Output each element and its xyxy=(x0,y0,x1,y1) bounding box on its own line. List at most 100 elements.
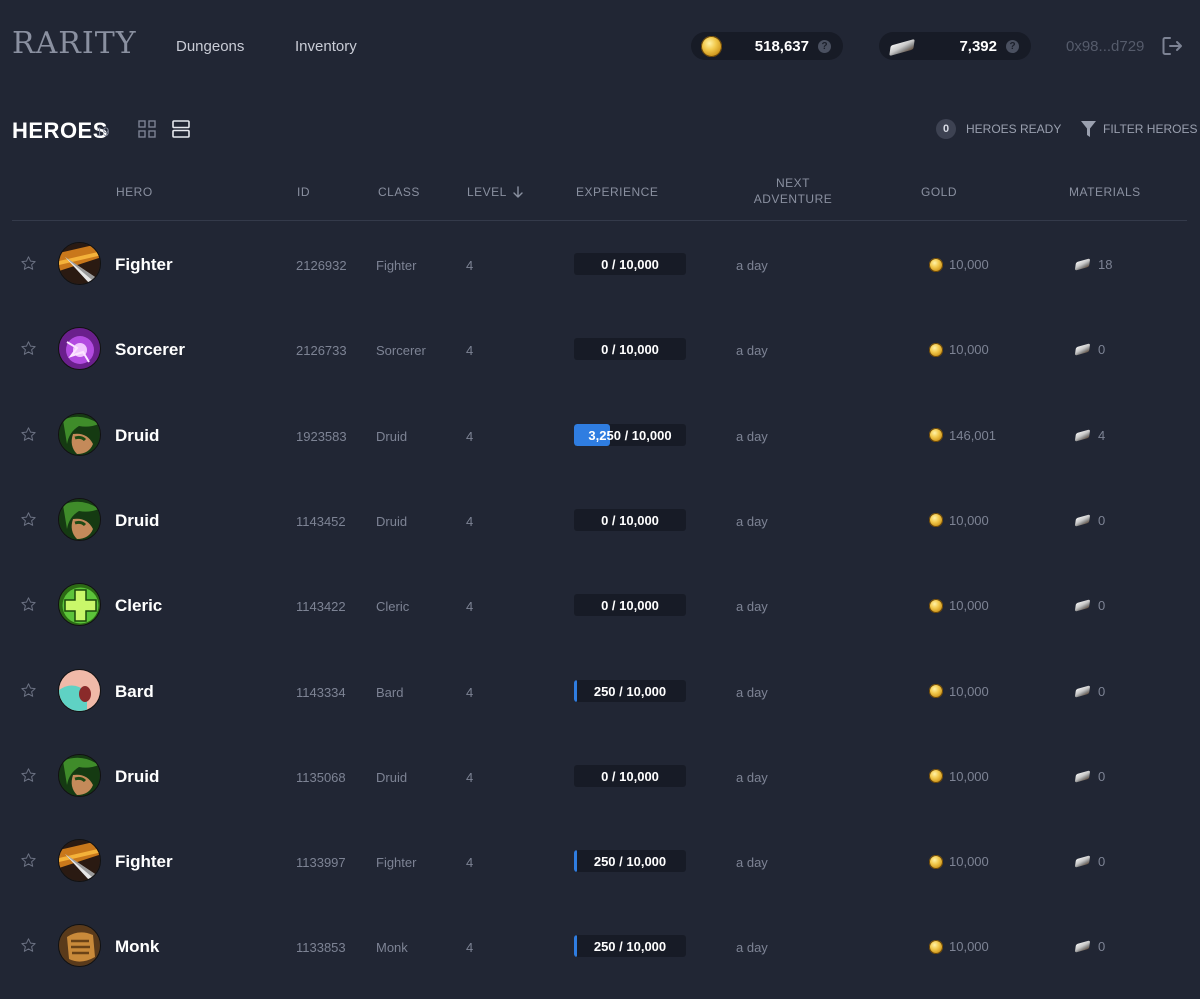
hero-materials-value: 0 xyxy=(1098,683,1106,699)
hero-name[interactable]: Fighter xyxy=(115,255,173,275)
column-class[interactable]: CLASS xyxy=(378,184,420,200)
hero-id: 2126733 xyxy=(296,343,347,359)
column-level[interactable]: LEVEL xyxy=(467,184,524,200)
favorite-star-icon[interactable] xyxy=(20,937,37,954)
favorite-star-icon[interactable] xyxy=(20,255,37,272)
hero-gold-value: 10,000 xyxy=(949,598,989,614)
favorite-star-icon[interactable] xyxy=(20,596,37,613)
next-adventure: a day xyxy=(736,428,768,444)
favorite-star-icon[interactable] xyxy=(20,767,37,784)
table-row[interactable]: Bard 1143334 Bard 4 250 / 10,000 a day 10,000 0 xyxy=(0,649,1200,734)
hero-materials: 0 xyxy=(1074,854,1105,869)
filter-icon xyxy=(1081,121,1096,137)
hero-name[interactable]: Sorcerer xyxy=(115,340,185,360)
experience-value: 250 / 10,000 xyxy=(593,683,667,699)
table-row[interactable]: Sorcerer 2126733 Sorcerer 4 0 / 10,000 a day 1… xyxy=(0,307,1200,392)
cleric-portrait-icon[interactable] xyxy=(58,583,101,627)
hero-materials-value: 4 xyxy=(1098,427,1106,443)
wallet-address[interactable]: 0x98...d729 xyxy=(1066,38,1144,55)
next-adventure: a day xyxy=(736,513,768,529)
material-ingot-icon xyxy=(1074,684,1091,698)
druid-portrait-icon[interactable] xyxy=(58,412,101,456)
hero-name[interactable]: Bard xyxy=(115,682,154,702)
experience-value: 250 / 10,000 xyxy=(593,939,667,955)
hero-materials: 0 xyxy=(1074,512,1106,528)
hero-id: 1133997 xyxy=(296,855,346,871)
gold-coin-icon xyxy=(929,342,943,357)
table-row[interactable]: Druid 1135068 Druid 4 0 / 10,000 a day 10,000 0 xyxy=(0,734,1200,819)
table-divider xyxy=(12,220,1187,221)
favorite-star-icon[interactable] xyxy=(20,852,37,869)
column-id[interactable]: ID xyxy=(297,184,310,200)
gold-coin-icon xyxy=(929,428,943,443)
heroes-ready-button[interactable]: 0 HEROES READY xyxy=(936,119,1061,139)
hero-class: Fighter xyxy=(376,855,417,871)
experience-bar: 250 / 10,000 xyxy=(574,850,686,873)
hero-materials: 0 xyxy=(1074,342,1105,357)
sorcerer-portrait-icon[interactable] xyxy=(58,327,101,371)
hero-gold-value: 10,000 xyxy=(949,854,989,870)
hero-level: 4 xyxy=(466,513,474,529)
hero-materials: 0 xyxy=(1074,683,1106,699)
table-row[interactable]: Monk 1133853 Monk 4 250 / 10,000 a day 10,000 0 xyxy=(0,904,1200,989)
materials-balance-value: 7,392 xyxy=(959,38,997,55)
hero-class: Cleric xyxy=(376,599,410,615)
sort-descending-icon xyxy=(513,185,523,198)
heroes-ready-label: HEROES READY xyxy=(966,122,1062,136)
column-experience[interactable]: EXPERIENCE xyxy=(576,184,658,200)
druid-portrait-icon[interactable] xyxy=(58,497,101,541)
hero-name[interactable]: Monk xyxy=(115,937,159,957)
next-adventure: a day xyxy=(736,258,768,273)
material-ingot-icon xyxy=(1074,855,1091,868)
experience-bar: 250 / 10,000 xyxy=(574,935,686,958)
druid-portrait-icon[interactable] xyxy=(58,753,101,797)
material-ingot-icon xyxy=(1074,770,1091,783)
hero-materials: 0 xyxy=(1074,939,1105,954)
table-row[interactable]: Druid 1143452 Druid 4 0 / 10,000 a day 10,000 0 xyxy=(0,478,1200,563)
favorite-star-icon[interactable] xyxy=(20,426,37,443)
table-row[interactable]: Druid 1923583 Druid 4 3,250 / 10,000 a day 146… xyxy=(0,393,1200,478)
bard-portrait-icon[interactable] xyxy=(58,668,101,712)
hero-name[interactable]: Druid xyxy=(115,511,159,531)
experience-bar: 0 / 10,000 xyxy=(574,338,686,361)
column-next-adventure[interactable]: NEXT ADVENTURE xyxy=(749,175,837,207)
monk-portrait-icon[interactable] xyxy=(58,924,101,968)
material-ingot-icon xyxy=(1074,428,1091,442)
column-hero[interactable]: HERO xyxy=(116,184,153,200)
hero-name[interactable]: Druid xyxy=(115,767,159,787)
app-logo[interactable]: RARITY xyxy=(12,26,137,61)
column-gold[interactable]: GOLD xyxy=(921,184,957,200)
next-adventure: a day xyxy=(736,599,768,615)
experience-value: 3,250 / 10,000 xyxy=(588,427,672,443)
hero-materials-value: 0 xyxy=(1098,512,1106,528)
grid-view-icon[interactable] xyxy=(138,120,156,138)
nav-dungeons[interactable]: Dungeons xyxy=(176,38,244,55)
column-next-line2: ADVENTURE xyxy=(753,192,833,206)
hero-materials: 18 xyxy=(1074,257,1112,272)
experience-value: 0 / 10,000 xyxy=(601,512,659,528)
gold-balance: 518,637 ? xyxy=(691,32,843,60)
table-row[interactable]: Fighter 2126932 Fighter 4 0 / 10,000 a day 10,… xyxy=(0,222,1200,307)
hero-name[interactable]: Cleric xyxy=(115,596,162,616)
hero-name[interactable]: Fighter xyxy=(115,852,173,872)
hero-name[interactable]: Druid xyxy=(115,426,159,446)
fighter-portrait-icon[interactable] xyxy=(58,242,101,285)
filter-heroes-button[interactable]: FILTER HEROES xyxy=(1080,120,1197,138)
help-icon[interactable]: ? xyxy=(818,40,831,53)
favorite-star-icon[interactable] xyxy=(20,682,37,699)
table-row[interactable]: Fighter 1133997 Fighter 4 250 / 10,000 a day 1… xyxy=(0,819,1200,904)
favorite-star-icon[interactable] xyxy=(20,511,37,528)
fighter-portrait-icon[interactable] xyxy=(58,839,101,883)
table-row[interactable]: Cleric 1143422 Cleric 4 0 / 10,000 a day 10,00… xyxy=(0,563,1200,648)
logout-icon[interactable] xyxy=(1160,34,1184,58)
help-icon[interactable]: ? xyxy=(1006,40,1019,53)
hero-level: 4 xyxy=(466,343,474,359)
list-view-icon[interactable] xyxy=(172,120,190,138)
top-bar: RARITY Dungeons Inventory 518,637 ? 7,39… xyxy=(0,0,1200,95)
heroes-count: 19 xyxy=(96,125,110,139)
column-materials[interactable]: MATERIALS xyxy=(1069,184,1141,200)
gold-coin-icon xyxy=(929,769,943,784)
nav-inventory[interactable]: Inventory xyxy=(295,38,357,55)
gold-coin-icon xyxy=(929,257,943,272)
favorite-star-icon[interactable] xyxy=(20,340,37,357)
